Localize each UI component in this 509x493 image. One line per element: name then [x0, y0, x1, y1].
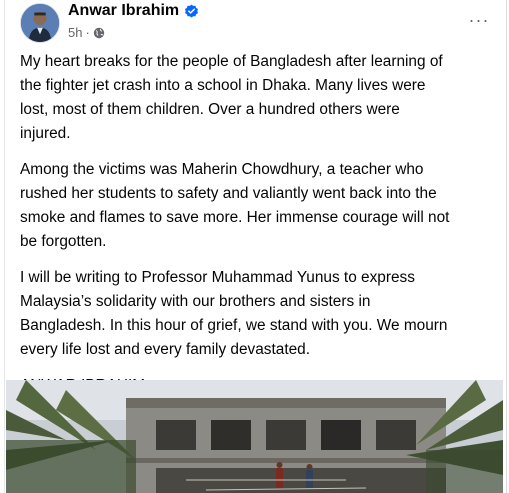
paragraph-1: My heart breaks for the people of Bangla…	[20, 53, 443, 142]
author-row: Anwar Ibrahim	[68, 2, 199, 20]
left-divider	[4, 0, 5, 493]
avatar-image	[21, 4, 59, 42]
post-body: My heart breaks for the people of Bangla…	[20, 50, 498, 398]
paragraph-3: I will be writing to Professor Muhammad …	[20, 269, 448, 358]
right-divider	[506, 0, 507, 493]
paragraph-2: Among the victims was Maherin Chowdhury,…	[20, 161, 450, 250]
meta-separator: ·	[85, 25, 90, 40]
globe-icon	[93, 27, 105, 39]
post-card: Anwar Ibrahim 5h · ··· My heart breaks f…	[6, 0, 503, 493]
post-photo[interactable]	[6, 380, 503, 493]
timestamp[interactable]: 5h	[68, 25, 82, 40]
verified-badge-icon	[184, 4, 199, 19]
avatar[interactable]	[20, 3, 60, 43]
more-options-icon[interactable]: ···	[465, 8, 493, 32]
post-meta: 5h ·	[68, 25, 105, 40]
post-header: Anwar Ibrahim 5h · ···	[6, 0, 503, 44]
burned-building-image	[6, 380, 503, 493]
author-name[interactable]: Anwar Ibrahim	[68, 2, 179, 20]
